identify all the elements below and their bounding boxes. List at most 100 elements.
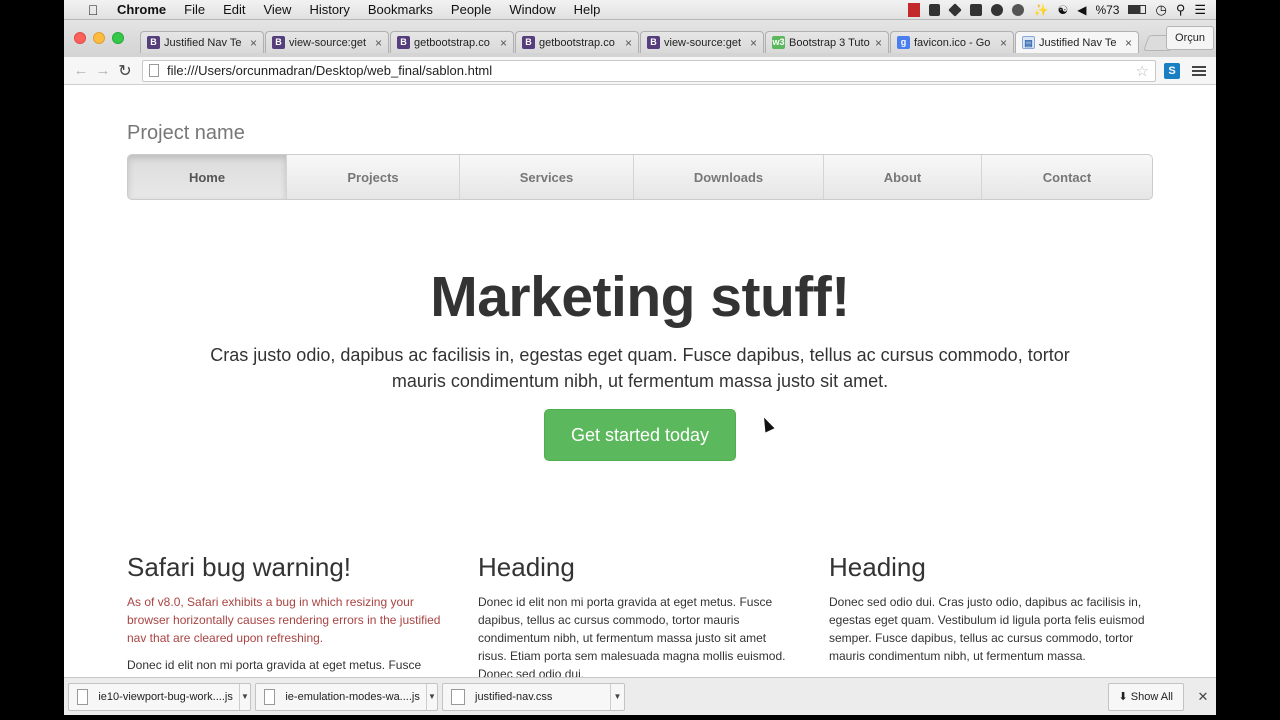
nav-services[interactable]: Services	[459, 155, 633, 199]
download-filename: justified-nav.css	[475, 690, 553, 703]
browser-tab[interactable]: Bview-source:get ×	[640, 31, 764, 53]
download-menu-caret-icon[interactable]: ▼	[238, 683, 250, 710]
menu-people[interactable]: People	[442, 2, 500, 17]
wifi-icon[interactable]: ☯	[1057, 3, 1068, 17]
profile-button[interactable]: Orçun	[1166, 26, 1214, 50]
get-started-button[interactable]: Get started today	[544, 409, 736, 461]
chrome-menu-icon[interactable]	[1192, 65, 1206, 76]
notification-bell-icon[interactable]	[929, 3, 941, 16]
nav-home[interactable]: Home	[128, 155, 286, 199]
url-text[interactable]: file:///Users/orcunmadran/Desktop/web_fi…	[167, 63, 1136, 78]
nav-about[interactable]: About	[823, 155, 981, 199]
menu-app-chrome[interactable]: Chrome	[108, 2, 175, 17]
nav-downloads[interactable]: Downloads	[633, 155, 823, 199]
creative-cloud-icon[interactable]	[1012, 3, 1025, 16]
time-machine-icon[interactable]: ◷	[1155, 2, 1166, 18]
nav-contact[interactable]: Contact	[981, 155, 1152, 199]
battery-percent[interactable]: %73	[1095, 3, 1119, 17]
notification-center-icon[interactable]: ☰	[1194, 2, 1206, 18]
close-tab-icon[interactable]: ×	[1000, 36, 1007, 50]
menu-edit[interactable]: Edit	[214, 2, 254, 17]
tab-favicon-icon: B	[272, 36, 285, 49]
forward-arrow-icon[interactable]: →	[92, 62, 114, 79]
close-tab-icon[interactable]: ×	[625, 36, 632, 50]
window-controls	[74, 32, 124, 44]
justified-nav: Home Projects Services Downloads About C…	[127, 154, 1153, 200]
browser-tab[interactable]: Bview-source:get ×	[265, 31, 389, 53]
column-text: Donec id elit non mi porta gravida at eg…	[478, 595, 786, 677]
back-arrow-icon[interactable]: ←	[70, 62, 92, 79]
close-window-button[interactable]	[74, 32, 86, 44]
menu-file[interactable]: File	[175, 2, 214, 17]
download-filename: ie10-viewport-bug-work....js	[98, 690, 233, 703]
battery-icon[interactable]	[1128, 5, 1147, 14]
apple-icon[interactable]: 	[78, 2, 108, 18]
bookmark-star-icon[interactable]: ☆	[1136, 62, 1149, 80]
download-item[interactable]: ie10-viewport-bug-work....js ▼	[68, 682, 251, 711]
tab-favicon-icon: ▤	[1022, 36, 1035, 49]
browser-tab[interactable]: w3 Bootstrap 3 Tuto ×	[765, 31, 889, 53]
volume-icon[interactable]: ◀	[1077, 3, 1086, 17]
tab-title: view-source:get	[664, 36, 742, 49]
spotlight-search-icon[interactable]: ⚲	[1176, 2, 1186, 18]
extension-s-icon[interactable]: S	[1164, 62, 1180, 79]
bluetooth-icon[interactable]: ✨	[1033, 3, 1048, 17]
menu-history[interactable]: History	[300, 2, 358, 17]
web-page: Project name Home Projects Services Down…	[64, 85, 1216, 677]
close-tab-icon[interactable]: ×	[250, 36, 257, 50]
tab-title: Bootstrap 3 Tuto	[789, 36, 870, 49]
column-heading-2: Heading Donec id elit non mi porta gravi…	[478, 550, 798, 677]
download-menu-caret-icon[interactable]: ▼	[425, 683, 437, 710]
tab-favicon-icon: g	[897, 36, 910, 49]
close-shelf-icon[interactable]: ✕	[1190, 689, 1216, 705]
nav-projects[interactable]: Projects	[286, 155, 459, 199]
browser-tab[interactable]: Bgetbootstrap.co ×	[390, 31, 514, 53]
tab-strip: B Justified Nav Te × Bview-source:get × Bgetb…	[64, 20, 1216, 57]
close-tab-icon[interactable]: ×	[375, 36, 382, 50]
download-item[interactable]: justified-nav.css ▼	[442, 682, 625, 711]
menu-view[interactable]: View	[254, 2, 300, 17]
download-item[interactable]: ie-emulation-modes-wa....js ▼	[255, 682, 438, 711]
browser-tab[interactable]: ▤ Justified Nav Te ×	[1015, 31, 1139, 53]
jumbotron-lead: Cras justo odio, dapibus ac facilisis in…	[210, 345, 1070, 391]
column-heading: Safari bug warning!	[127, 552, 352, 582]
page-icon	[149, 64, 159, 77]
browser-toolbar: ← → ↻ file:///Users/orcunmadran/Desktop/…	[64, 57, 1216, 85]
column-text: Donec id elit non mi porta gravida at eg…	[127, 658, 422, 672]
browser-tab[interactable]: B Justified Nav Te ×	[140, 31, 264, 53]
download-menu-caret-icon[interactable]: ▼	[610, 683, 624, 710]
recording-icon[interactable]	[908, 2, 921, 17]
close-tab-icon[interactable]: ×	[1125, 36, 1132, 50]
show-all-label: Show All	[1130, 690, 1173, 703]
status-area: ✨ ☯ ◀ %73 ◷ ⚲ ☰	[908, 2, 1216, 18]
zoom-window-button[interactable]	[112, 32, 124, 44]
tab-favicon-icon: B	[397, 36, 410, 49]
download-shelf: ie10-viewport-bug-work....js ▼ ie-emulat…	[64, 677, 1216, 715]
dropbox-icon[interactable]	[970, 3, 983, 16]
drive-icon[interactable]	[948, 2, 963, 17]
show-all-downloads-button[interactable]: ⬇ Show All	[1107, 682, 1184, 711]
chrome-window: B Justified Nav Te × Bview-source:get × Bgetb…	[64, 20, 1216, 677]
tab-favicon-icon: B	[647, 36, 660, 49]
minimize-window-button[interactable]	[93, 32, 105, 44]
address-bar[interactable]: file:///Users/orcunmadran/Desktop/web_fi…	[142, 59, 1156, 82]
reload-icon[interactable]: ↻	[114, 61, 136, 81]
js-file-icon	[77, 688, 89, 705]
menu-window[interactable]: Window	[500, 2, 564, 17]
close-tab-icon[interactable]: ×	[500, 36, 507, 50]
feature-columns: Safari bug warning! As of v8.0, Safari e…	[127, 550, 1153, 677]
browser-tab[interactable]: Bgetbootstrap.co ×	[515, 31, 639, 53]
jumbotron: Marketing stuff! Cras justo odio, dapibu…	[127, 263, 1153, 461]
menu-bookmarks[interactable]: Bookmarks	[359, 2, 442, 17]
tab-title: getbootstrap.co	[539, 36, 615, 49]
close-tab-icon[interactable]: ×	[875, 36, 882, 50]
column-heading: Heading	[478, 552, 575, 582]
screen:  Chrome File Edit View History Bookmark…	[0, 0, 1280, 720]
tab-title: view-source:get	[289, 36, 367, 49]
app-status-icon[interactable]	[991, 3, 1004, 16]
menu-help[interactable]: Help	[565, 2, 610, 17]
close-tab-icon[interactable]: ×	[750, 36, 757, 50]
jumbotron-heading: Marketing stuff!	[430, 265, 850, 329]
column-text: Donec sed odio dui. Cras justo odio, dap…	[829, 595, 1145, 663]
browser-tab[interactable]: g favicon.ico - Go ×	[890, 31, 1014, 53]
